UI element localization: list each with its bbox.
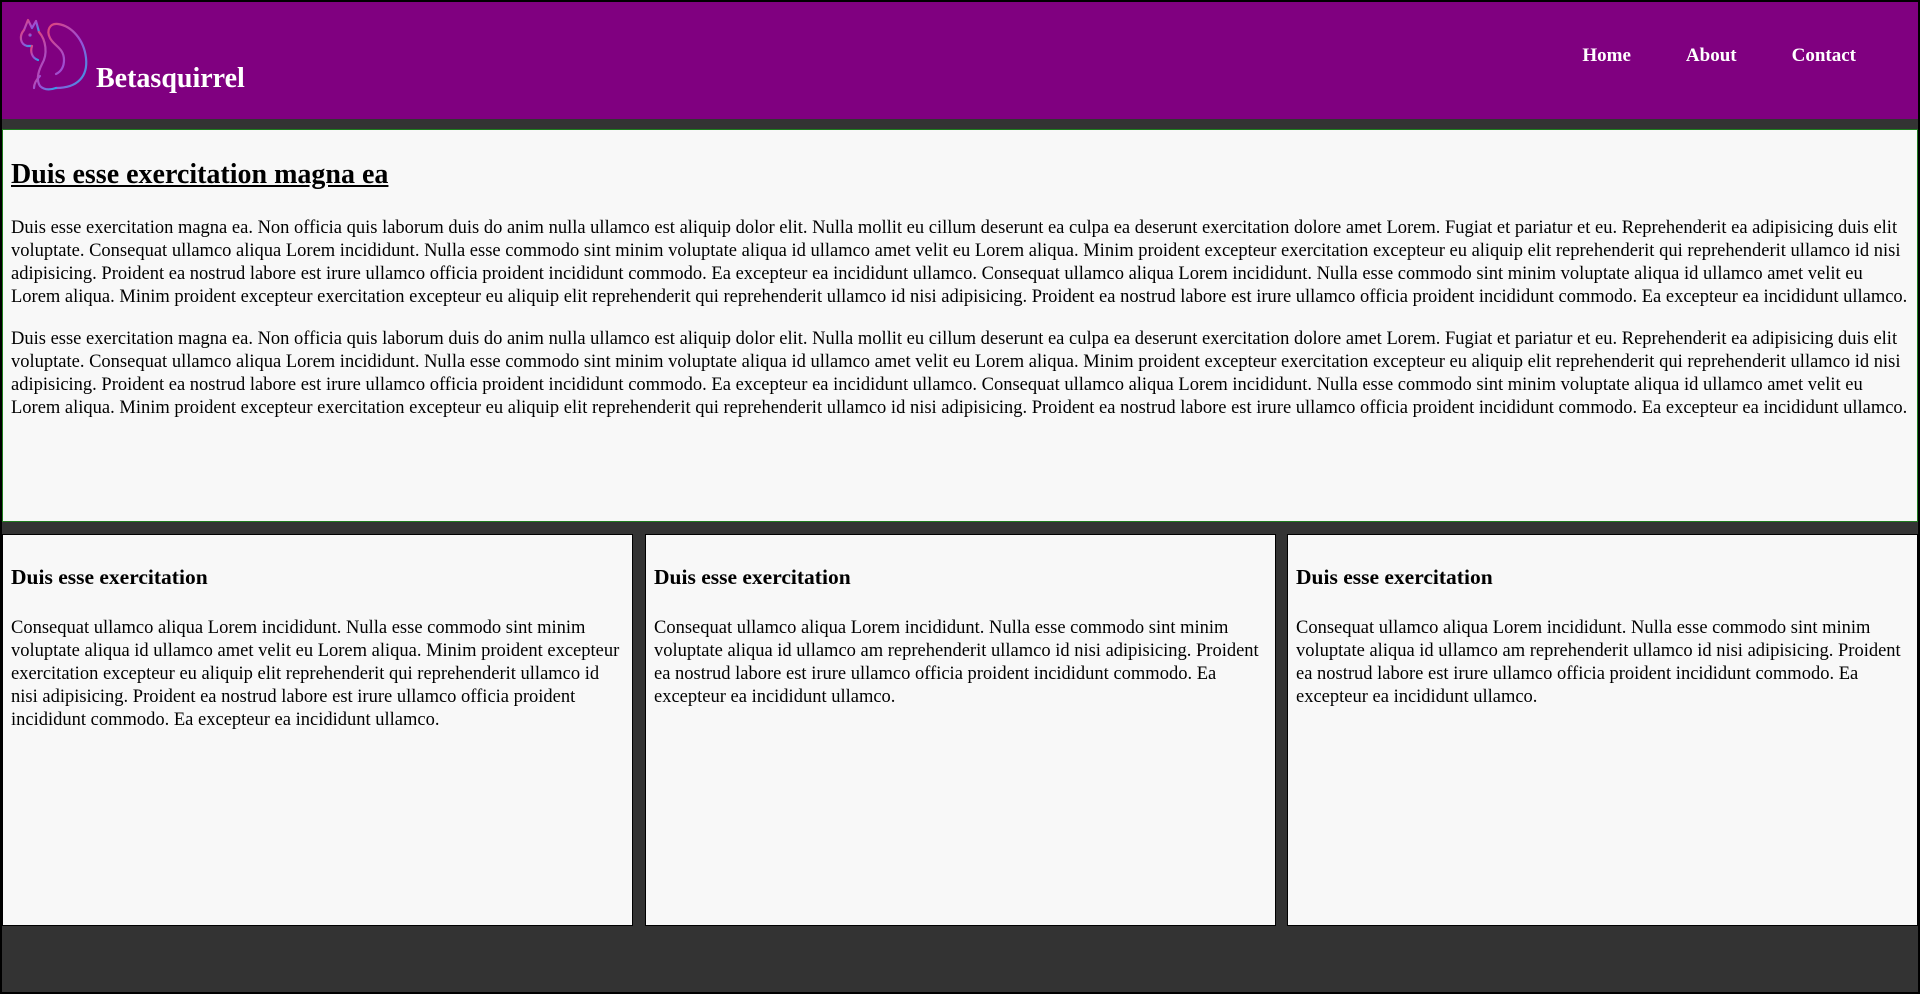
squirrel-icon[interactable] [16, 18, 92, 96]
card-title: Duis esse exercitation [11, 565, 208, 589]
brand-name[interactable]: Betasquirrel [96, 65, 245, 93]
nav-about-link[interactable]: About [1686, 46, 1737, 65]
main-article: Duis esse exercitation magna ea Duis ess… [2, 129, 1918, 522]
card-body: Consequat ullamco aliqua Lorem incididun… [11, 617, 620, 730]
page: Betasquirrel Home About Contact Duis ess… [0, 0, 1920, 994]
card: Duis esse exercitation Consequat ullamco… [645, 534, 1276, 926]
site-header: Betasquirrel Home About Contact [2, 2, 1918, 119]
card-body: Consequat ullamco aliqua Lorem incididun… [1296, 617, 1901, 707]
article-paragraph: Duis esse exercitation magna ea. Non off… [11, 328, 1908, 418]
card: Duis esse exercitation Consequat ullamco… [2, 534, 633, 926]
main-nav: Home About Contact [1527, 46, 1856, 65]
article-title: Duis esse exercitation magna ea [11, 159, 389, 190]
card-body: Consequat ullamco aliqua Lorem incididun… [654, 617, 1259, 707]
article-paragraph: Duis esse exercitation magna ea. Non off… [11, 217, 1908, 307]
card-row: Duis esse exercitation Consequat ullamco… [2, 534, 1918, 926]
card: Duis esse exercitation Consequat ullamco… [1287, 534, 1918, 926]
nav-contact-link[interactable]: Contact [1792, 46, 1856, 65]
card-title: Duis esse exercitation [1296, 565, 1493, 589]
nav-home-link[interactable]: Home [1582, 46, 1631, 65]
card-title: Duis esse exercitation [654, 565, 851, 589]
